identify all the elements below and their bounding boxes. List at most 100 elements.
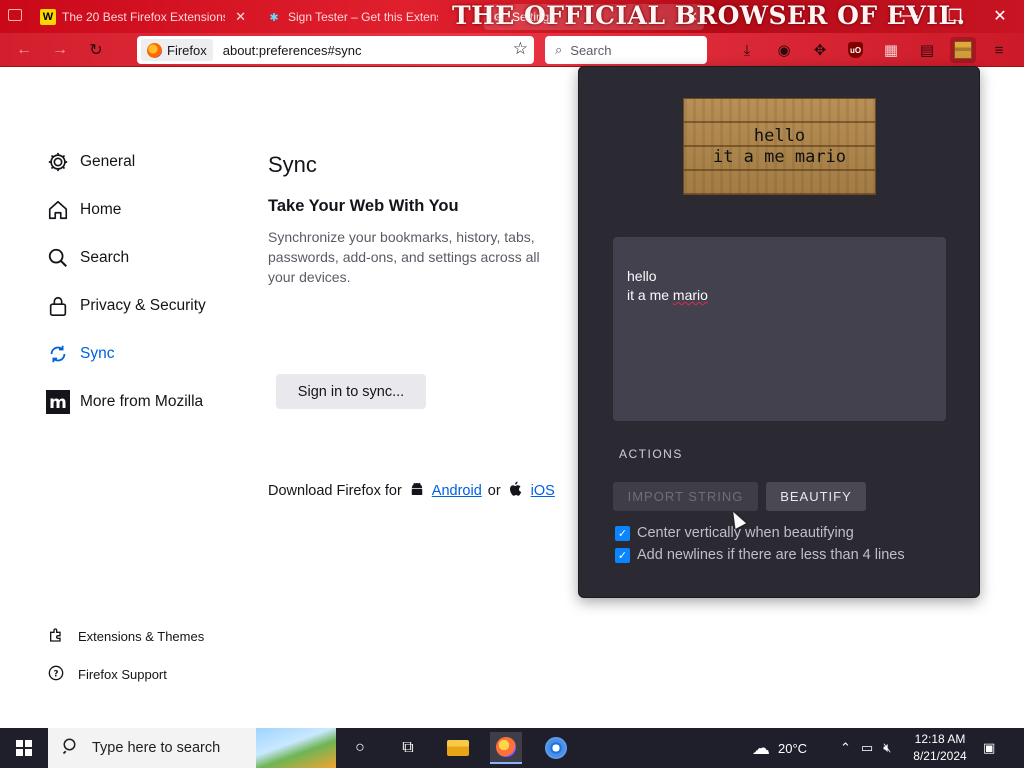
sidebar-item-label: Home — [80, 201, 122, 218]
list-all-tabs-icon[interactable] — [8, 9, 22, 21]
or-text: or — [487, 483, 501, 499]
sidebar-item-label: Sync — [80, 345, 115, 362]
wood-block-icon — [954, 41, 972, 59]
volume-muted-icon[interactable]: 🔇︎ — [883, 740, 891, 756]
beautify-button[interactable]: BEAUTIFY — [766, 482, 866, 511]
windows-logo-icon — [16, 740, 32, 756]
sign-in-to-sync-button[interactable]: Sign in to sync... — [276, 374, 426, 409]
clock-time: 12:18 AM — [914, 732, 966, 746]
sidebar-item-more-mozilla[interactable]: m More from Mozilla — [46, 390, 203, 414]
firefox-taskbar-icon[interactable] — [490, 732, 522, 764]
downloads-icon[interactable]: ⤓ — [736, 39, 758, 61]
weather-temp: 20°C — [778, 740, 808, 756]
add-newlines-option[interactable]: ✓ Add newlines if there are less than 4 … — [615, 547, 905, 563]
sidebar-item-general[interactable]: General — [46, 150, 135, 174]
sidebar-item-label: Search — [80, 249, 130, 266]
sidebar-icon[interactable]: ▦ — [880, 39, 902, 61]
puzzle-icon — [48, 627, 64, 646]
puzzle-icon: ✱ — [269, 11, 279, 24]
taskbar-search-placeholder: Type here to search — [92, 740, 221, 756]
sidebar-item-sync[interactable]: Sync — [46, 342, 114, 366]
tab-firefox-extensions[interactable]: W The 20 Best Firefox Extensions ✕ — [34, 4, 252, 30]
search-icon — [62, 737, 80, 759]
apple-icon — [507, 480, 525, 502]
search-highlight-image — [256, 728, 336, 768]
cortana-icon[interactable]: ○ — [344, 732, 376, 764]
bookmark-star-icon[interactable]: ☆ — [513, 39, 528, 59]
sign-line: it a me mario — [712, 146, 847, 167]
import-string-button[interactable]: IMPORT STRING — [613, 482, 758, 511]
text-fragment: it a me — [627, 287, 673, 303]
option-label: Center vertically when beautifying — [637, 525, 854, 541]
chrome-taskbar-icon[interactable] — [540, 732, 572, 764]
extensions-themes-link[interactable]: Extensions & Themes — [48, 627, 204, 646]
system-tray: ⌃ ▭ 🔇︎ — [840, 728, 891, 768]
window-close-icon[interactable]: ✕ — [980, 4, 1020, 28]
taskbar-search-box[interactable]: Type here to search — [48, 728, 336, 768]
restore-icon[interactable]: ❐ — [935, 4, 975, 28]
download-firefox-row: Download Firefox for Android or iOS — [268, 480, 555, 502]
svg-text:?: ? — [53, 669, 58, 679]
tab-title: Settings — [512, 10, 556, 24]
notifications-icon[interactable]: ▣ — [983, 728, 995, 768]
sidebar-item-label: General — [80, 153, 136, 170]
android-link[interactable]: Android — [432, 483, 482, 499]
close-icon[interactable]: ✕ — [235, 9, 246, 25]
gear-icon — [46, 150, 70, 174]
ios-link[interactable]: iOS — [531, 483, 555, 499]
clipboard-icon[interactable]: ▤ — [916, 39, 938, 61]
forward-arrow-icon[interactable]: → — [48, 38, 72, 62]
footer-label: Extensions & Themes — [78, 629, 205, 644]
tab-title: Sign Tester – Get this Extension — [288, 10, 438, 24]
task-view-icon[interactable]: ⧉ — [392, 732, 424, 764]
start-button[interactable] — [0, 728, 48, 768]
url-text[interactable]: about:preferences#sync — [223, 43, 362, 58]
sidebar-item-label: Privacy & Security — [80, 297, 206, 314]
clock[interactable]: 12:18 AM 8/21/2024 — [905, 731, 975, 765]
menu-hamburger-icon[interactable]: ≡ — [988, 39, 1010, 61]
back-arrow-icon[interactable]: ← — [12, 38, 36, 62]
sidebar-item-privacy[interactable]: Privacy & Security — [46, 294, 206, 318]
chevron-up-icon[interactable]: ⌃ — [840, 740, 851, 756]
text-line: it a me mario — [627, 286, 932, 305]
search-icon: ⌕ — [555, 42, 563, 57]
navigation-toolbar: ← → ↻ Firefox about:preferences#sync ☆ ⌕… — [0, 33, 1024, 67]
reload-icon[interactable]: ↻ — [84, 38, 108, 62]
checkbox-checked-icon[interactable]: ✓ — [615, 547, 630, 563]
sidebar-item-label: More from Mozilla — [80, 393, 204, 410]
option-label: Add newlines if there are less than 4 li… — [637, 547, 905, 563]
tab-sign-tester[interactable]: ✱ Sign Tester – Get this Extension — [260, 4, 465, 30]
sidebar-item-home[interactable]: Home — [46, 198, 121, 222]
actions-label: ACTIONS — [619, 447, 683, 461]
download-prefix: Download Firefox for — [268, 483, 402, 499]
network-icon[interactable]: ▭ — [861, 740, 873, 756]
windows-taskbar: Type here to search ○ ⧉ ☁ 20°C ⌃ ▭ 🔇︎ 12… — [0, 728, 1024, 768]
home-icon — [46, 198, 70, 222]
sign-text-input[interactable]: hello it a me mario — [613, 237, 946, 421]
close-icon[interactable]: ✕ — [687, 9, 698, 25]
svg-text:m: m — [49, 393, 67, 413]
minimize-icon[interactable]: — — [890, 4, 930, 28]
help-icon: ? — [48, 665, 64, 684]
ublock-origin-icon[interactable]: uO — [848, 42, 863, 58]
lock-icon — [46, 294, 70, 318]
android-icon — [408, 480, 426, 502]
weather-widget[interactable]: ☁ 20°C — [752, 728, 807, 768]
search-icon — [46, 246, 70, 270]
checkbox-checked-icon[interactable]: ✓ — [615, 525, 630, 541]
tab-settings[interactable]: ⚙ Settings ✕ — [484, 4, 704, 30]
firefox-support-link[interactable]: ? Firefox Support — [48, 665, 167, 684]
account-icon[interactable]: ◉ — [773, 39, 795, 61]
search-bar[interactable]: ⌕ Search — [545, 36, 707, 64]
identity-box[interactable]: Firefox — [141, 39, 213, 61]
text-line: hello — [627, 268, 657, 284]
sidebar-item-search[interactable]: Search — [46, 246, 129, 270]
file-explorer-icon[interactable] — [442, 732, 474, 764]
section-heading: Take Your Web With You — [268, 197, 459, 215]
url-bar[interactable]: Firefox about:preferences#sync ☆ — [137, 36, 534, 64]
extensions-icon[interactable]: ✥ — [809, 39, 831, 61]
search-placeholder: Search — [570, 42, 612, 58]
sign-tester-popup: hello it a me mario hello it a me mario … — [578, 66, 980, 598]
tab-bar: W The 20 Best Firefox Extensions ✕ ✱ Sig… — [0, 0, 1024, 33]
gear-icon: ⚙ — [493, 11, 503, 24]
